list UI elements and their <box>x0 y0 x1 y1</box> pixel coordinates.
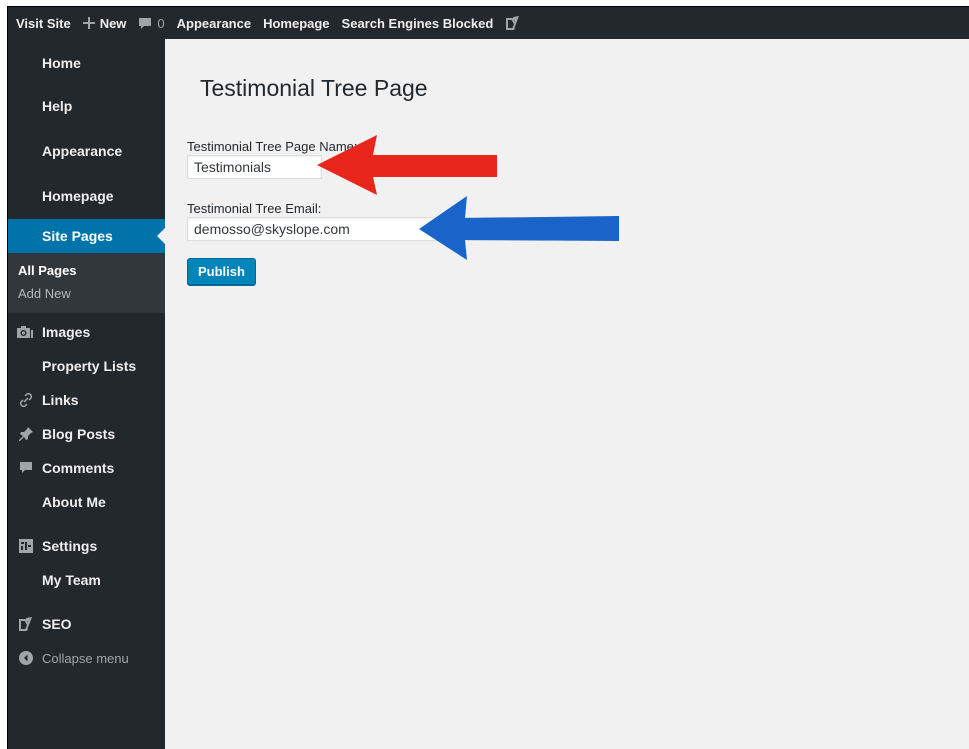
page-title: Testimonial Tree Page <box>200 75 428 101</box>
collapse-menu-button[interactable]: Collapse menu <box>8 641 165 675</box>
menu-homepage-label: Homepage <box>42 188 114 204</box>
menu-about-me[interactable]: About Me <box>8 485 165 519</box>
yoast-icon <box>16 607 36 641</box>
menu-blog-posts[interactable]: Blog Posts <box>8 417 165 451</box>
new-content-link[interactable]: New <box>77 7 133 39</box>
settings-grid-icon <box>16 529 36 563</box>
publish-button[interactable]: Publish <box>187 258 256 285</box>
current-menu-arrow <box>157 228 165 244</box>
comments-count: 0 <box>157 15 165 31</box>
collapse-arrow-icon <box>16 641 36 675</box>
blue-annotation-arrow <box>419 196 619 260</box>
comments-link[interactable]: 0 <box>132 7 170 39</box>
menu-comments[interactable]: Comments <box>8 451 165 485</box>
main-content: Testimonial Tree Page Testimonial Tree P… <box>165 39 969 749</box>
menu-blog-posts-label: Blog Posts <box>42 426 116 442</box>
red-annotation-arrow <box>317 135 497 195</box>
menu-help[interactable]: Help <box>8 83 165 129</box>
menu-help-label: Help <box>42 98 73 114</box>
menu-site-pages-label: Site Pages <box>42 228 113 244</box>
pushpin-icon <box>16 417 36 451</box>
menu-property-lists-label: Property Lists <box>42 358 137 374</box>
menu-appearance[interactable]: Appearance <box>8 129 165 173</box>
link-icon <box>16 383 36 417</box>
yoast-menu[interactable] <box>499 7 532 39</box>
site-pages-submenu: All Pages Add New <box>8 253 165 313</box>
camera-icon <box>16 315 36 349</box>
admin-bar: Visit Site New 0 Appearance Homepage Sea… <box>8 7 969 39</box>
menu-site-pages[interactable]: Site Pages <box>8 219 165 253</box>
menu-images[interactable]: Images <box>8 315 165 349</box>
menu-property-lists[interactable]: Property Lists <box>8 349 165 383</box>
menu-home-label: Home <box>42 55 81 71</box>
menu-appearance-label: Appearance <box>42 143 123 159</box>
new-label: New <box>99 15 127 31</box>
submenu-add-new[interactable]: Add New <box>8 282 165 305</box>
menu-settings[interactable]: Settings <box>8 529 165 563</box>
wp-admin-window: Visit Site New 0 Appearance Homepage Sea… <box>7 6 969 749</box>
menu-my-team-label: My Team <box>42 572 101 588</box>
search-engines-label: Search Engines Blocked <box>341 15 494 31</box>
menu-links[interactable]: Links <box>8 383 165 417</box>
plus-icon <box>82 17 95 29</box>
menu-seo[interactable]: SEO <box>8 607 165 641</box>
yoast-icon <box>505 15 521 31</box>
search-engines-blocked-link[interactable]: Search Engines Blocked <box>336 7 500 39</box>
menu-homepage[interactable]: Homepage <box>8 173 165 219</box>
email-label: Testimonial Tree Email: <box>187 201 322 216</box>
menu-settings-label: Settings <box>42 538 98 554</box>
menu-links-label: Links <box>42 392 79 408</box>
menu-my-team[interactable]: My Team <box>8 563 165 597</box>
homepage-label: Homepage <box>263 15 330 31</box>
menu-comments-label: Comments <box>42 460 115 476</box>
comment-bubble-icon <box>138 17 152 30</box>
menu-images-label: Images <box>42 324 91 340</box>
appearance-label: Appearance <box>176 15 252 31</box>
visit-site-label: Visit Site <box>16 15 71 31</box>
menu-about-me-label: About Me <box>42 494 106 510</box>
collapse-menu-label: Collapse menu <box>42 650 129 666</box>
submenu-all-pages[interactable]: All Pages <box>8 259 165 282</box>
comment-bubble-icon <box>16 451 36 485</box>
admin-sidebar: Home Help Appearance Homepage Site Pages… <box>8 39 165 749</box>
page-name-input[interactable] <box>187 155 322 179</box>
menu-seo-label: SEO <box>42 616 72 632</box>
appearance-link[interactable]: Appearance <box>171 7 257 39</box>
menu-home[interactable]: Home <box>8 43 165 83</box>
homepage-link[interactable]: Homepage <box>257 7 335 39</box>
visit-site-link[interactable]: Visit Site <box>8 7 77 39</box>
